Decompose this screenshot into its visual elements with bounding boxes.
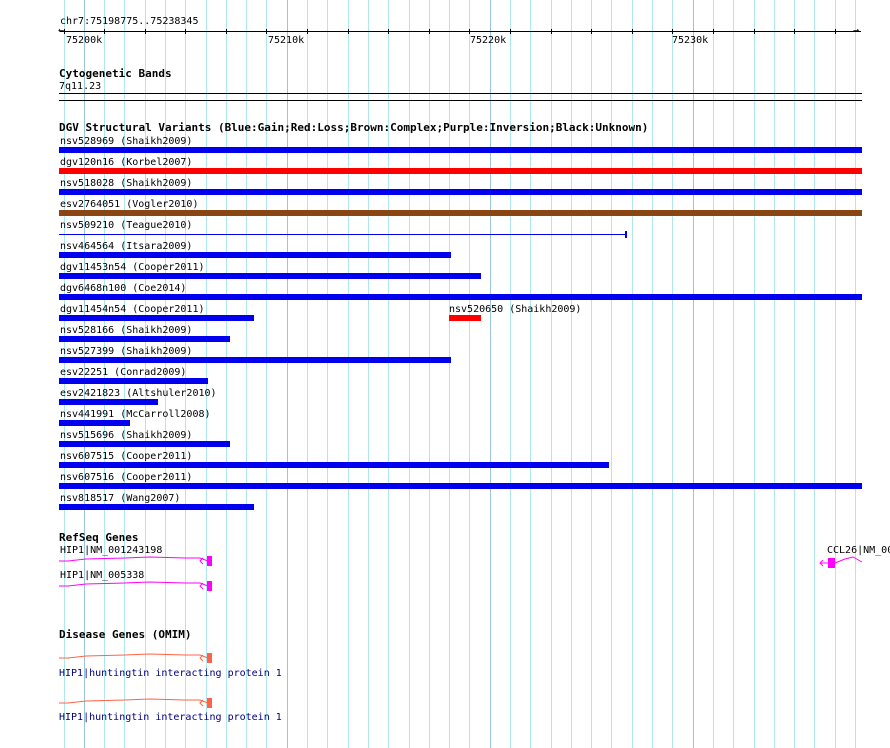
exon [207, 556, 212, 566]
omim-label[interactable]: HIP1|huntingtin interacting protein 1 [59, 668, 282, 679]
track-title-omim: Disease Genes (OMIM) [59, 628, 192, 641]
exon [207, 698, 212, 708]
gene-model [59, 556, 863, 590]
exon [207, 653, 212, 663]
exon [207, 581, 212, 591]
exon [828, 558, 835, 568]
omim-label[interactable]: HIP1|huntingtin interacting protein 1 [59, 712, 282, 723]
